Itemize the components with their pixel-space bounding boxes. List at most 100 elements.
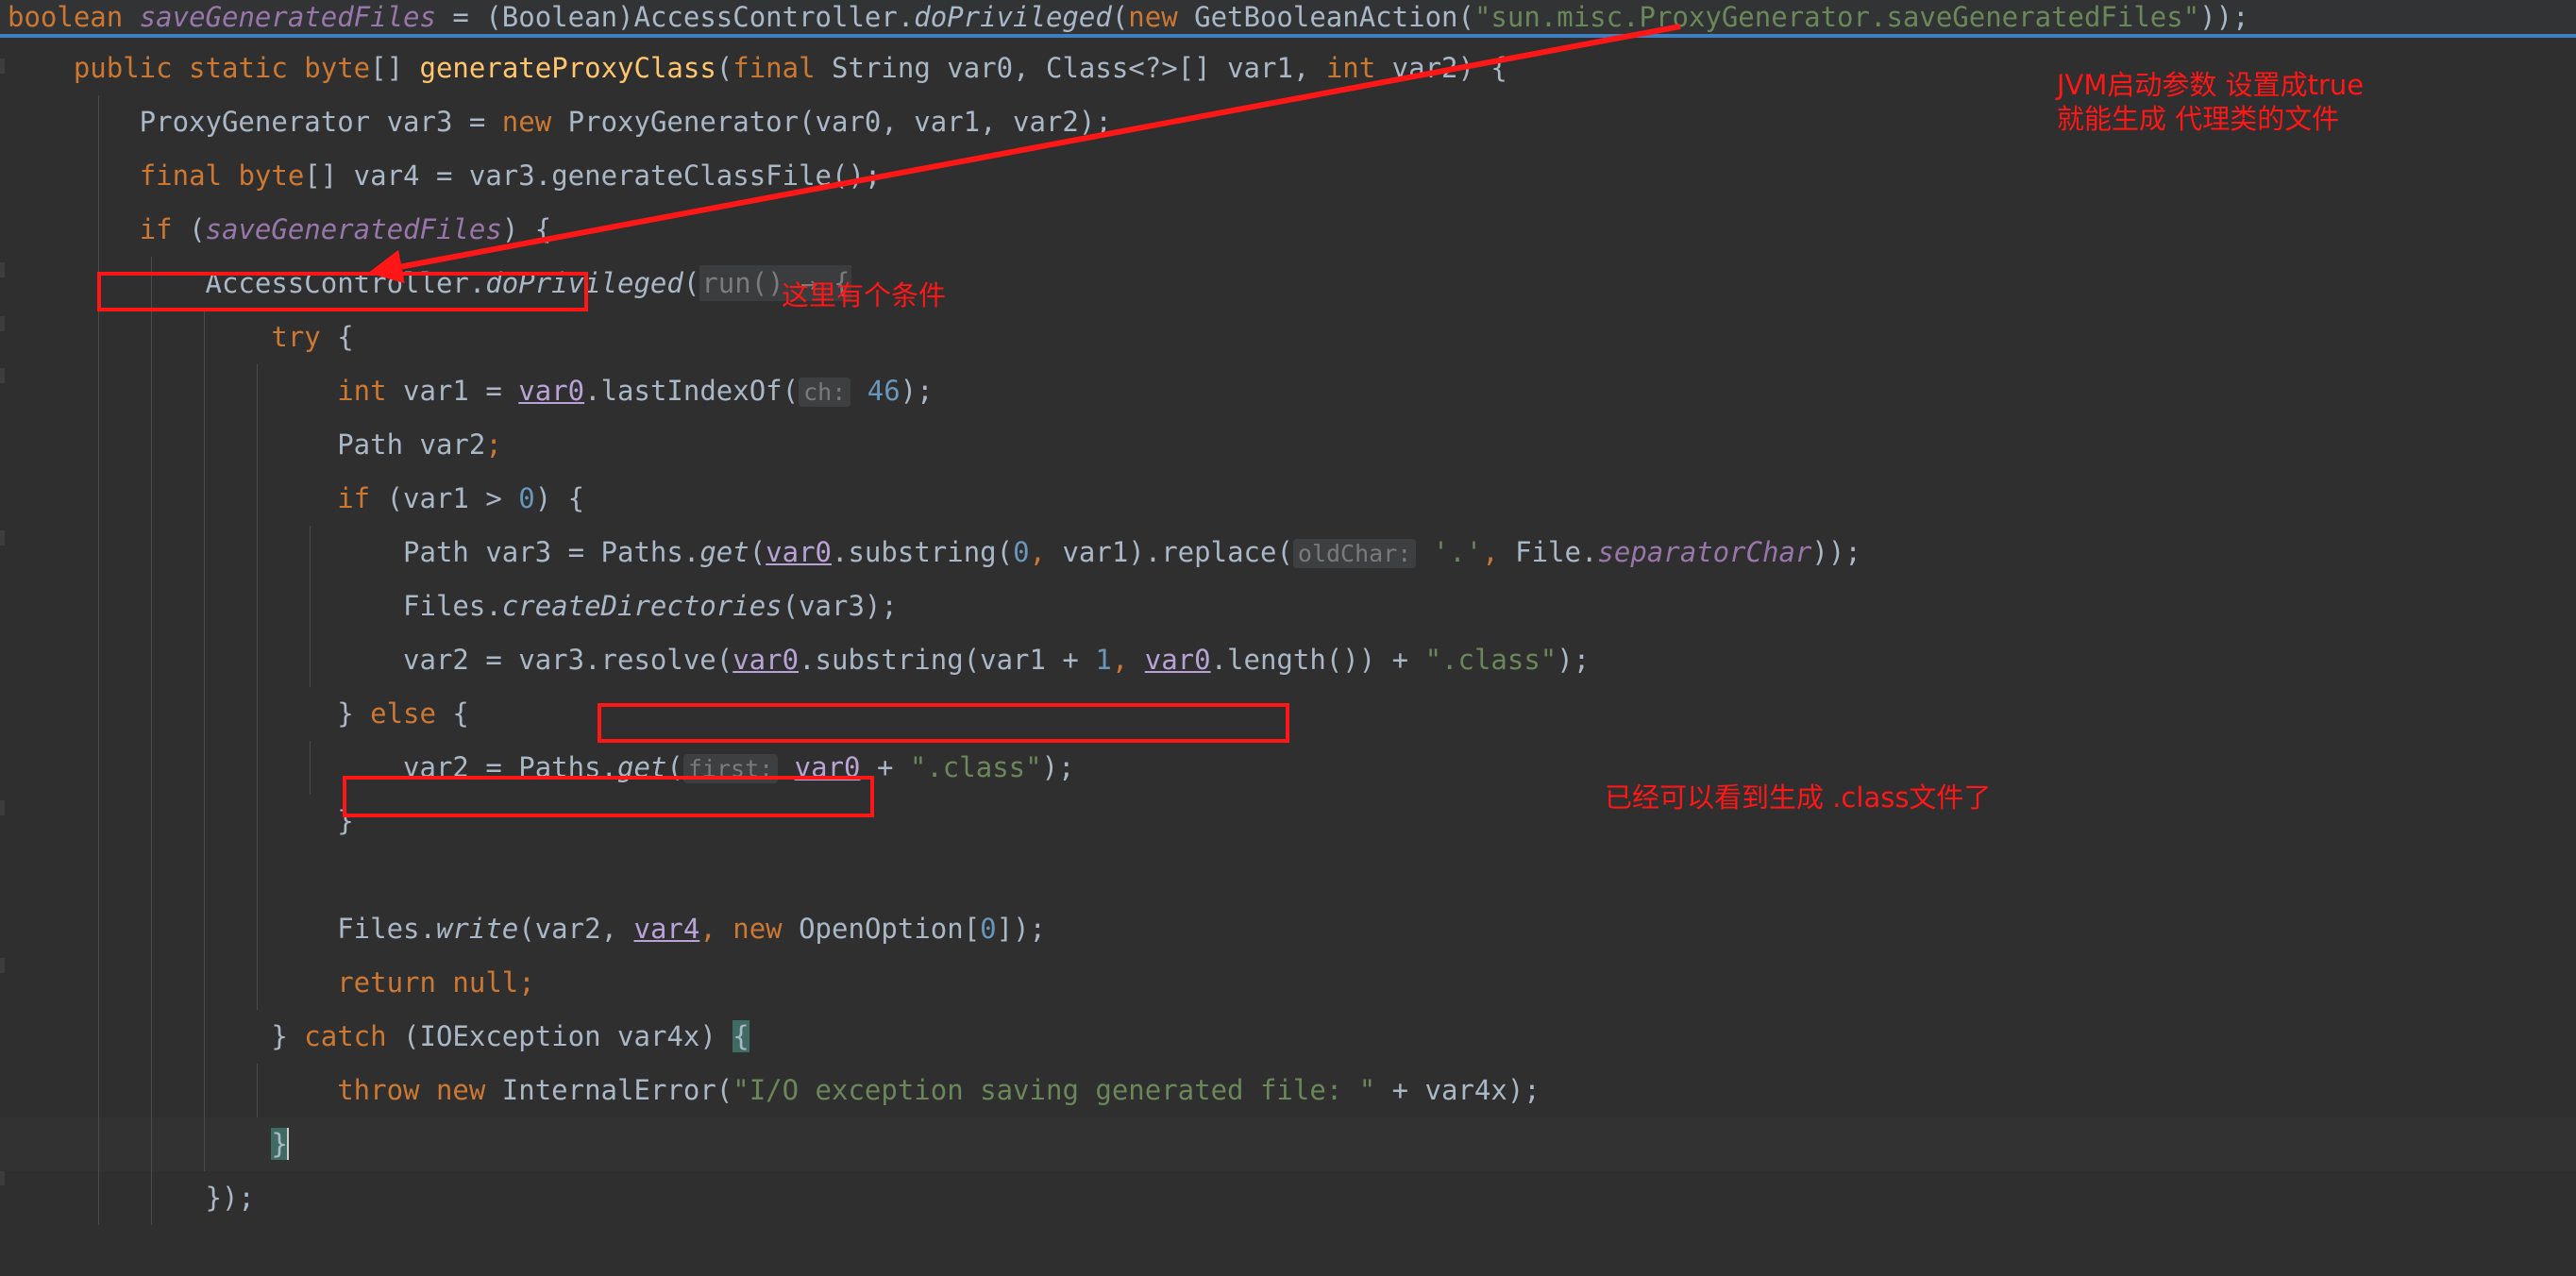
indent-guide <box>204 1064 205 1117</box>
line-catch-ioexception[interactable]: } catch (IOException var4x) { <box>0 1010 2576 1064</box>
code-token: get <box>699 536 749 568</box>
code-token: , <box>1030 536 1063 568</box>
line-close-lambda[interactable]: }); <box>0 1171 2576 1225</box>
indent-guide <box>310 526 311 579</box>
indent-guide <box>257 956 258 1010</box>
line-if-savegeneratedfiles[interactable]: if (saveGeneratedFiles) { <box>0 203 2576 257</box>
indent-guide <box>151 472 152 526</box>
code-token: InternalError( <box>485 1074 732 1106</box>
indent-guide <box>98 1010 99 1064</box>
code-token: , <box>1482 536 1515 568</box>
code-line-text: } <box>8 805 354 837</box>
code-line-text: } <box>8 1128 288 1160</box>
line-path-var2-decl[interactable]: Path var2; <box>0 418 2576 472</box>
indent-guide <box>98 741 99 795</box>
code-token: ".class" <box>910 751 1042 783</box>
code-token: new <box>1128 1 1177 33</box>
indent-guide <box>204 633 205 687</box>
indent-guide <box>204 795 205 848</box>
code-token: 0 <box>518 482 534 514</box>
code-line-text: if (var1 > 0) { <box>8 482 584 514</box>
line-paths-get-substring[interactable]: Path var3 = Paths.get(var0.substring(0, … <box>0 526 2576 579</box>
indent-guide <box>98 364 99 418</box>
line-var2-resolve[interactable]: var2 = var3.resolve(var0.substring(var1 … <box>0 633 2576 687</box>
code-token: byte <box>304 52 370 84</box>
code-token <box>8 859 24 891</box>
line-dopriviliged-lambda[interactable]: AccessController.doPrivileged(run() → { <box>0 257 2576 311</box>
code-token: else <box>370 697 436 730</box>
line-close-catch[interactable]: } <box>0 1117 2576 1171</box>
code-token: , <box>1112 644 1145 676</box>
indent-guide <box>98 956 99 1010</box>
indent-guide <box>151 257 152 311</box>
indent-guide <box>204 956 205 1010</box>
code-token: , <box>699 913 732 945</box>
line-create-directories[interactable]: Files.createDirectories(var3); <box>0 579 2576 633</box>
indent-guide <box>204 311 205 364</box>
indent-guide <box>98 902 99 956</box>
sticky-header-line[interactable]: boolean saveGeneratedFiles = (Boolean)Ac… <box>0 0 2576 38</box>
line-else[interactable]: } else { <box>0 687 2576 741</box>
indent-guide <box>310 579 311 633</box>
indent-guide <box>204 1010 205 1064</box>
code-token: }); <box>8 1182 255 1214</box>
indent-guide <box>98 633 99 687</box>
code-line-text: if (saveGeneratedFiles) { <box>8 213 551 245</box>
code-token: } <box>271 1128 287 1160</box>
code-token: + var4x); <box>1375 1074 1541 1106</box>
indent-guide <box>310 741 311 795</box>
indent-guide <box>151 1064 152 1117</box>
indent-guide <box>204 364 205 418</box>
line-return-null[interactable]: return null; <box>0 956 2576 1010</box>
code-token: "I/O exception saving generated file: " <box>732 1074 1375 1106</box>
line-generate-classfile[interactable]: final byte[] var4 = var3.generateClassFi… <box>0 149 2576 203</box>
code-token: var1).replace( <box>1062 536 1292 568</box>
indent-guide <box>98 95 99 149</box>
annotation-condition-note: 这里有个条件 <box>782 278 946 312</box>
annotation-classfile-note: 已经可以看到生成 .class文件了 <box>1605 781 1991 814</box>
line-if-var1-gt-0[interactable]: if (var1 > 0) { <box>0 472 2576 526</box>
code-line-text: } else { <box>8 697 469 730</box>
annotation-jvm-note-line2: 就能生成 代理类的文件 <box>2057 102 2339 136</box>
code-token: = (Boolean)AccessController. <box>436 1 914 33</box>
code-token: { <box>436 697 469 730</box>
code-token: get <box>617 751 666 783</box>
code-token <box>8 482 337 514</box>
code-token: (var3); <box>783 590 898 622</box>
indent-guide <box>98 579 99 633</box>
code-content[interactable]: public static byte[] generateProxyClass(… <box>0 42 2576 1225</box>
code-token <box>8 52 74 84</box>
code-token <box>1416 536 1432 568</box>
code-token: public static <box>74 52 304 84</box>
code-token: ( <box>666 751 682 783</box>
code-token: )); <box>1811 536 1860 568</box>
code-token: var2 = var3.resolve( <box>8 644 732 676</box>
line-close-else[interactable]: } <box>0 795 2576 848</box>
code-token: var0 <box>766 536 832 568</box>
indent-guide <box>151 633 152 687</box>
line-lastindexof[interactable]: int var1 = var0.lastIndexOf(ch: 46); <box>0 364 2576 418</box>
line-files-write[interactable]: Files.write(var2, var4, new OpenOption[0… <box>0 902 2576 956</box>
code-token: )); <box>2199 1 2248 33</box>
line-throw-internalerror[interactable]: throw new InternalError("I/O exception s… <box>0 1064 2576 1117</box>
code-token: ); <box>1557 644 1590 676</box>
code-token: final <box>732 52 815 84</box>
indent-guide <box>204 418 205 472</box>
line-var2-paths-get[interactable]: var2 = Paths.get(first: var0 + ".class")… <box>0 741 2576 795</box>
code-token <box>8 321 271 353</box>
code-token: } <box>8 1020 304 1052</box>
line-try[interactable]: try { <box>0 311 2576 364</box>
code-line-text: final byte[] var4 = var3.generateClassFi… <box>8 160 881 192</box>
code-line-text: int var1 = var0.lastIndexOf(ch: 46); <box>8 375 934 407</box>
code-token <box>778 751 794 783</box>
indent-guide <box>257 526 258 579</box>
line-blank[interactable] <box>0 848 2576 902</box>
code-token: Path var2 <box>8 428 485 461</box>
code-line-text: }); <box>8 1182 255 1214</box>
code-line-text <box>8 859 24 891</box>
code-token <box>8 160 140 192</box>
code-token: write <box>436 913 518 945</box>
code-editor[interactable]: boolean saveGeneratedFiles = (Boolean)Ac… <box>0 0 2576 1276</box>
code-token: doPrivileged <box>914 1 1112 33</box>
indent-guide <box>151 1117 152 1171</box>
